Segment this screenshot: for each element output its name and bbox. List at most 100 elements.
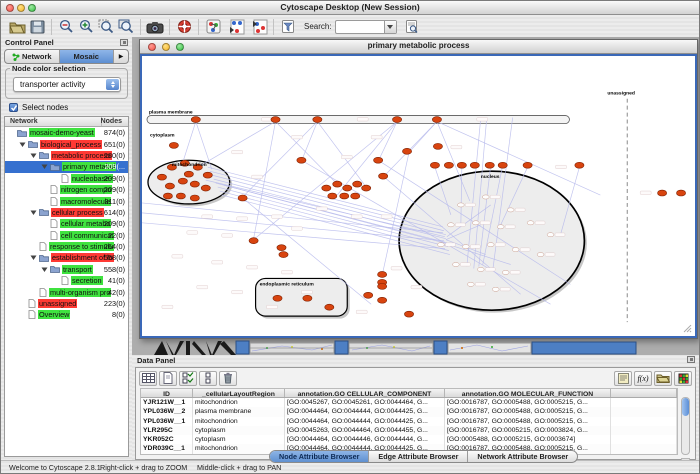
network-node[interactable] [325, 304, 334, 310]
select-nodes-checkbox[interactable] [9, 103, 18, 112]
vizmapper-icon[interactable] [203, 17, 223, 36]
network-node[interactable] [249, 238, 258, 244]
network-node-unselected[interactable] [457, 203, 464, 207]
float-data-panel-icon[interactable] [687, 356, 695, 363]
disclosure-triangle-icon[interactable] [19, 141, 26, 148]
network-node[interactable] [353, 181, 362, 187]
select-attributes-icon[interactable] [179, 371, 197, 386]
network-node[interactable] [176, 193, 185, 199]
snapshot-camera-icon[interactable] [145, 17, 165, 36]
layout-distribute-icon[interactable] [249, 17, 269, 36]
tree-row[interactable]: cellular metabo209(0) [5, 218, 128, 229]
tree-row[interactable]: primary metabol209(... [5, 161, 128, 172]
tree-row[interactable]: Overview8(0) [5, 309, 128, 320]
network-node[interactable] [184, 171, 193, 177]
disclosure-triangle-icon[interactable] [30, 254, 37, 261]
network-node[interactable] [575, 162, 584, 168]
network-node[interactable] [433, 143, 442, 149]
network-node[interactable] [328, 193, 337, 199]
network-node[interactable] [676, 190, 685, 196]
network-node[interactable] [444, 162, 453, 168]
network-node[interactable] [190, 195, 199, 201]
network-node[interactable] [190, 181, 199, 187]
network-edge[interactable] [254, 122, 276, 239]
network-edge[interactable] [301, 122, 317, 162]
network-node[interactable] [165, 183, 174, 189]
tree-row[interactable]: unassigned223(0) [5, 298, 128, 309]
network-node[interactable] [273, 295, 282, 301]
network-node-unselected[interactable] [497, 225, 504, 229]
node-color-select[interactable]: transporter activity [13, 77, 121, 92]
layout-align-icon[interactable] [226, 17, 246, 36]
tab-network[interactable]: Network [5, 50, 60, 63]
network-node[interactable] [191, 117, 200, 123]
network-node-unselected[interactable] [447, 223, 454, 227]
save-session-icon[interactable] [27, 17, 47, 36]
network-node[interactable] [271, 117, 280, 123]
network-node-unselected[interactable] [547, 233, 554, 237]
network-node[interactable] [178, 178, 187, 184]
tree-col-nodes[interactable]: Nodes [101, 118, 122, 125]
network-edge[interactable] [212, 175, 446, 235]
tree-row[interactable]: establishment of lo558(0) [5, 252, 128, 263]
network-node-unselected[interactable] [477, 267, 484, 271]
disclosure-triangle-icon[interactable] [30, 209, 37, 216]
delete-attribute-icon[interactable] [219, 371, 237, 386]
network-node[interactable] [374, 157, 383, 163]
new-attribute-icon[interactable] [159, 371, 177, 386]
network-node[interactable] [378, 283, 387, 289]
attribute-table[interactable]: ID_cellularLayoutRegionannotation.GO CEL… [140, 388, 678, 455]
network-node-unselected[interactable] [462, 245, 469, 249]
table-column-header[interactable]: ID [141, 389, 193, 397]
zoom-in-icon[interactable] [76, 17, 96, 36]
network-node-unselected[interactable] [502, 270, 509, 274]
network-node[interactable] [402, 148, 411, 154]
network-node-unselected[interactable] [482, 195, 489, 199]
network-node[interactable] [340, 193, 349, 199]
tree-row[interactable]: response to stimulu264(0) [5, 241, 128, 252]
network-node[interactable] [523, 162, 532, 168]
tree-row[interactable]: multi-organism pro42(0) [5, 286, 128, 297]
network-node[interactable] [378, 297, 387, 303]
open-file-icon[interactable] [7, 17, 27, 36]
network-frame-titlebar[interactable]: primary metabolic process [140, 40, 697, 54]
network-node[interactable] [333, 181, 342, 187]
network-node[interactable] [378, 271, 387, 277]
network-node-unselected[interactable] [527, 221, 534, 225]
disclosure-triangle-icon[interactable] [41, 266, 48, 273]
table-column-header[interactable]: _cellularLayoutRegion [193, 389, 285, 397]
table-row[interactable]: YLR295Ccytoplasm[GO:0045263, GO:0044464,… [141, 426, 677, 435]
network-edge[interactable] [182, 122, 196, 166]
table-column-header[interactable]: annotation.GO CELLULAR_COMPONENT [285, 389, 445, 397]
resize-grip-icon[interactable] [690, 331, 691, 332]
search-dropdown-arrow[interactable] [384, 21, 396, 33]
tree-col-network[interactable]: Network [10, 118, 38, 125]
network-canvas[interactable]: plasma membranecytoplasmmitochondrionnuc… [140, 54, 697, 338]
attribute-matrix-icon[interactable] [674, 371, 692, 386]
network-node[interactable] [279, 252, 288, 258]
network-node[interactable] [457, 162, 466, 168]
network-edge[interactable] [317, 122, 366, 188]
tab-overflow-arrow-icon[interactable]: ▶ [114, 50, 128, 63]
network-node[interactable] [430, 162, 439, 168]
zoom-out-icon[interactable] [56, 17, 76, 36]
network-node-unselected[interactable] [512, 248, 519, 252]
network-node[interactable] [498, 162, 507, 168]
attribute-table-icon[interactable] [139, 371, 157, 386]
tree-row[interactable]: nitrogen compo209(0) [5, 184, 128, 195]
zoom-fit-icon[interactable] [116, 17, 136, 36]
network-node[interactable] [297, 157, 306, 163]
table-vertical-scrollbar[interactable] [681, 397, 690, 455]
disclosure-triangle-icon[interactable] [30, 152, 37, 159]
network-node[interactable] [364, 292, 373, 298]
search-options-icon[interactable] [402, 17, 422, 36]
table-row[interactable]: YKR052Ccytoplasm[GO:0044464, GO:0044446,… [141, 435, 677, 444]
tab-node-attribute-browser[interactable]: Node Attribute Browser [270, 451, 369, 462]
formula-fx-icon[interactable]: f(x) [634, 371, 652, 386]
zoom-selected-icon[interactable] [96, 17, 116, 36]
network-node-unselected[interactable] [452, 262, 459, 266]
disclosure-triangle-icon[interactable] [41, 163, 48, 170]
tree-row[interactable]: biological_process651(0) [5, 138, 128, 149]
table-column-header[interactable]: annotation.GO MOLECULAR_FUNCTION [445, 389, 611, 397]
network-node[interactable] [203, 172, 212, 178]
